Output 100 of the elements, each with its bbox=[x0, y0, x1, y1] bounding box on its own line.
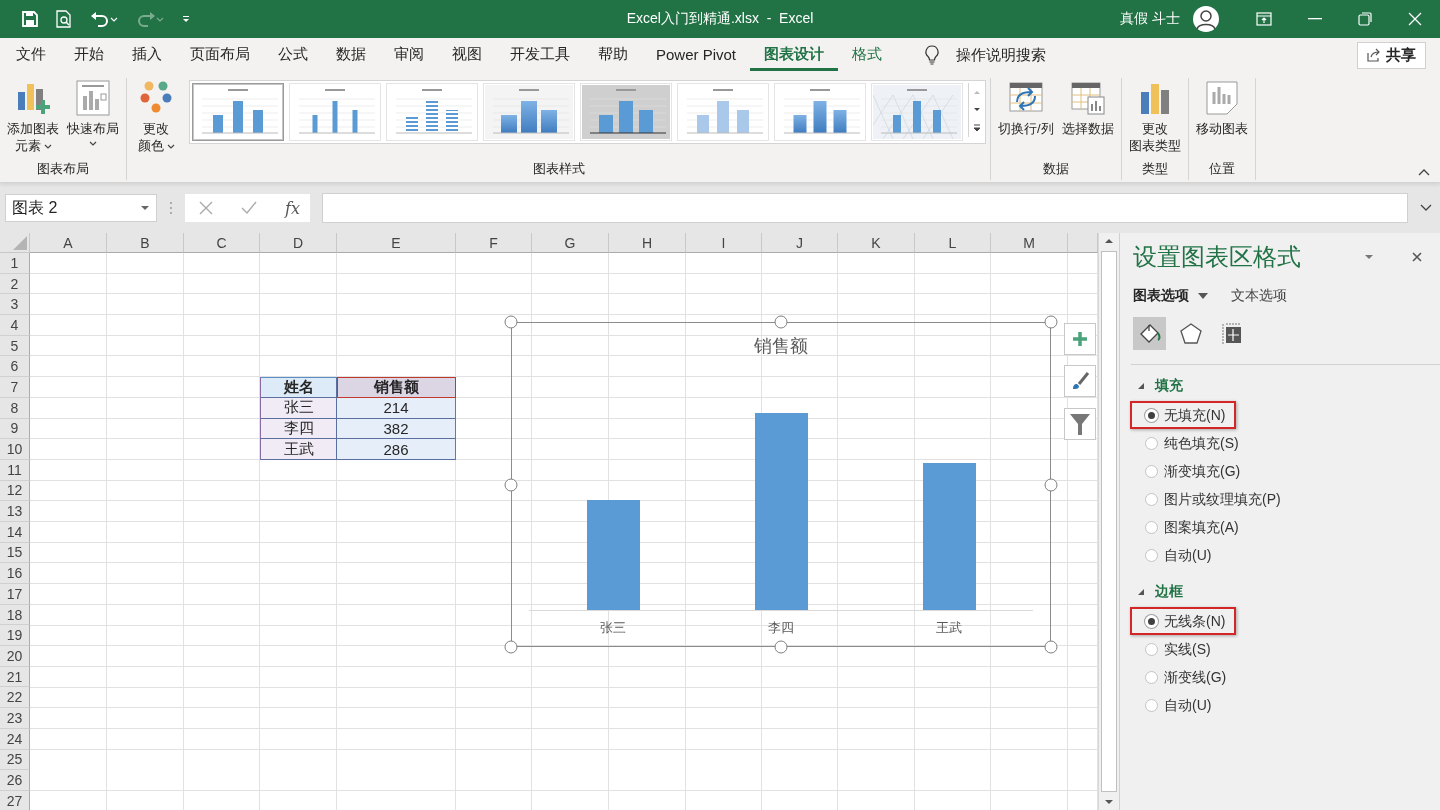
print-preview-icon[interactable] bbox=[56, 10, 72, 28]
ribbon-tab[interactable]: 格式 bbox=[838, 39, 897, 71]
radio-option[interactable]: 渐变线(G) bbox=[1145, 668, 1227, 686]
radio-button[interactable] bbox=[1145, 492, 1158, 506]
insert-function-button[interactable]: fx bbox=[285, 198, 300, 218]
radio-option[interactable]: 纯色填充(S) bbox=[1145, 434, 1239, 452]
select-all-icon[interactable] bbox=[13, 236, 27, 250]
ribbon-tab[interactable]: 公式 bbox=[264, 39, 322, 71]
row-header[interactable]: 8 bbox=[0, 397, 30, 419]
row-header[interactable]: 18 bbox=[0, 604, 30, 626]
ribbon-button[interactable]: 快速布局 bbox=[64, 78, 122, 149]
row-header[interactable]: 5 bbox=[0, 335, 30, 357]
ribbon-tab[interactable]: 开发工具 bbox=[496, 39, 584, 71]
lightbulb-icon[interactable] bbox=[924, 45, 941, 65]
row-header[interactable]: 21 bbox=[0, 666, 30, 688]
row-header[interactable]: 6 bbox=[0, 356, 30, 378]
radio-option[interactable]: 自动(U) bbox=[1145, 546, 1212, 564]
ribbon-button[interactable]: 切换行/列 bbox=[995, 78, 1057, 139]
ribbon-button[interactable]: 添加图表元素 bbox=[4, 78, 62, 156]
ribbon-tab[interactable]: 页面布局 bbox=[176, 39, 264, 71]
column-header[interactable]: K bbox=[838, 233, 915, 253]
row-header[interactable]: 22 bbox=[0, 687, 30, 709]
column-header[interactable]: L bbox=[915, 233, 991, 253]
ribbon-button[interactable]: 更改图表类型 bbox=[1125, 78, 1184, 156]
ribbon-display-icon[interactable] bbox=[1256, 12, 1272, 26]
cancel-icon[interactable] bbox=[199, 201, 213, 215]
column-header[interactable]: M bbox=[991, 233, 1068, 253]
row-header[interactable]: 16 bbox=[0, 563, 30, 584]
save-icon[interactable] bbox=[22, 11, 38, 27]
radio-option[interactable]: 自动(U) bbox=[1145, 696, 1212, 714]
column-header[interactable]: H bbox=[609, 233, 686, 253]
check-icon[interactable] bbox=[241, 201, 257, 215]
pane-options-icon[interactable] bbox=[1364, 254, 1374, 260]
column-header[interactable]: I bbox=[686, 233, 762, 253]
section-header[interactable]: 填充 bbox=[1137, 377, 1183, 395]
radio-button[interactable] bbox=[1145, 520, 1158, 534]
ribbon-button[interactable]: 选择数据 bbox=[1058, 78, 1117, 139]
collapse-ribbon-icon[interactable] bbox=[1418, 168, 1430, 176]
chart-style-thumbnail[interactable] bbox=[192, 83, 284, 141]
row-header[interactable]: 27 bbox=[0, 790, 30, 810]
ribbon-tab[interactable]: 文件 bbox=[2, 39, 60, 71]
chart-area[interactable]: 销售额 张三 李四 王武 bbox=[511, 322, 1051, 647]
name-box[interactable]: 图表 2 bbox=[5, 194, 157, 222]
close-icon[interactable] bbox=[1412, 252, 1422, 262]
radio-option[interactable]: 图片或纹理填充(P) bbox=[1145, 490, 1281, 508]
row-header[interactable]: 10 bbox=[0, 439, 30, 460]
minimize-icon[interactable] bbox=[1308, 18, 1322, 20]
row-header[interactable]: 3 bbox=[0, 294, 30, 316]
radio-option[interactable]: 图案填充(A) bbox=[1145, 518, 1239, 536]
formula-input[interactable] bbox=[321, 193, 1408, 223]
row-header[interactable]: 25 bbox=[0, 749, 30, 771]
row-header[interactable]: 26 bbox=[0, 770, 30, 791]
radio-option[interactable]: 实线(S) bbox=[1145, 640, 1211, 658]
ribbon-tab[interactable]: 审阅 bbox=[380, 39, 438, 71]
drag-handle-icon[interactable] bbox=[169, 201, 173, 215]
section-header[interactable]: 边框 bbox=[1137, 583, 1183, 601]
ribbon-tab[interactable]: 视图 bbox=[438, 39, 496, 71]
radio-option[interactable]: 渐变填充(G) bbox=[1145, 462, 1241, 480]
column-header[interactable]: C bbox=[184, 233, 260, 253]
customize-caret-icon[interactable] bbox=[182, 15, 190, 23]
row-header[interactable]: 15 bbox=[0, 542, 30, 564]
row-header[interactable]: 1 bbox=[0, 253, 30, 274]
radio-option[interactable]: 无线条(N) bbox=[1145, 612, 1226, 630]
radio-button[interactable] bbox=[1145, 642, 1158, 656]
column-header[interactable]: E bbox=[337, 233, 456, 253]
expand-icon[interactable] bbox=[1420, 204, 1432, 212]
column-header[interactable]: D bbox=[260, 233, 337, 253]
row-header[interactable]: 23 bbox=[0, 708, 30, 729]
pane-tab[interactable]: 文本选项 bbox=[1231, 287, 1287, 305]
ribbon-tab[interactable]: 开始 bbox=[60, 39, 118, 71]
chart-filters-button[interactable] bbox=[1064, 408, 1096, 440]
radio-button[interactable] bbox=[1145, 548, 1158, 562]
restore-icon[interactable] bbox=[1358, 12, 1372, 26]
row-header[interactable]: 4 bbox=[0, 315, 30, 336]
row-header[interactable]: 12 bbox=[0, 480, 30, 502]
chart-styles-button[interactable] bbox=[1064, 365, 1096, 397]
row-header[interactable]: 17 bbox=[0, 584, 30, 605]
radio-button[interactable] bbox=[1145, 698, 1158, 712]
row-header[interactable]: 19 bbox=[0, 625, 30, 647]
column-header[interactable]: J bbox=[762, 233, 838, 253]
undo-icon[interactable] bbox=[90, 11, 118, 27]
ribbon-tab[interactable]: Power Pivot bbox=[642, 40, 751, 70]
pane-tab[interactable]: 图表选项 bbox=[1133, 287, 1209, 305]
row-header[interactable]: 13 bbox=[0, 501, 30, 522]
column-header[interactable]: B bbox=[107, 233, 184, 253]
radio-button[interactable] bbox=[1145, 670, 1158, 684]
ribbon-tab[interactable]: 数据 bbox=[322, 39, 380, 71]
ribbon-button[interactable]: 更改颜色 bbox=[131, 78, 181, 156]
chart-elements-button[interactable] bbox=[1064, 323, 1096, 355]
column-header[interactable]: G bbox=[532, 233, 609, 253]
ribbon-tab[interactable]: 插入 bbox=[118, 39, 176, 71]
row-header[interactable]: 14 bbox=[0, 521, 30, 543]
radio-button[interactable] bbox=[1145, 464, 1158, 478]
row-header[interactable]: 24 bbox=[0, 728, 30, 750]
row-header[interactable]: 2 bbox=[0, 273, 30, 295]
vertical-scrollbar[interactable] bbox=[1098, 233, 1119, 810]
ribbon-tab[interactable]: 帮助 bbox=[584, 39, 642, 71]
radio-option[interactable]: 无填充(N) bbox=[1145, 406, 1226, 424]
avatar-icon[interactable] bbox=[1192, 5, 1220, 33]
row-header[interactable]: 20 bbox=[0, 646, 30, 667]
